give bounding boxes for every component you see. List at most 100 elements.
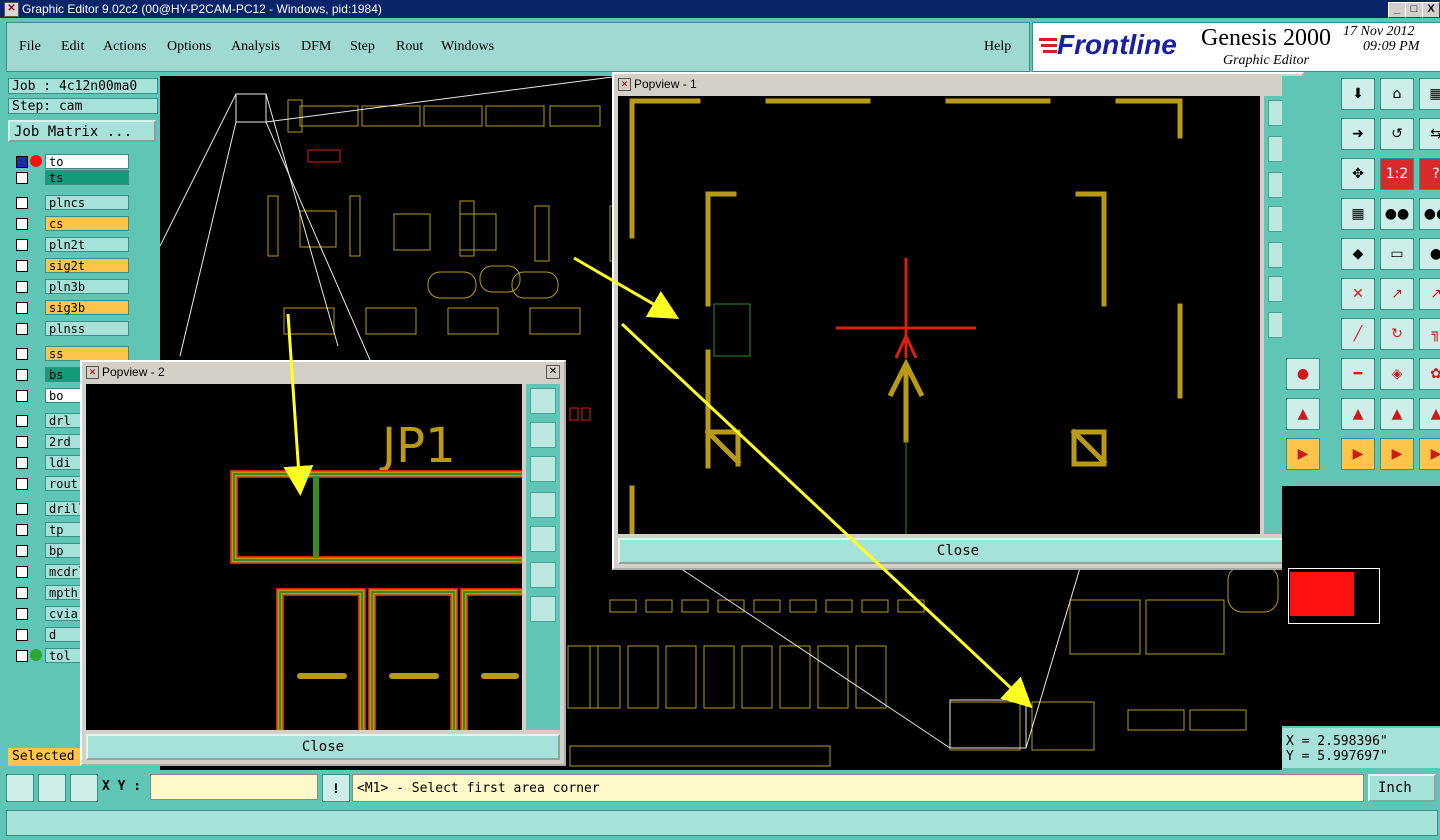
toolbar-29-button[interactable]: ● [1286, 358, 1320, 390]
layer-name[interactable]: pln2t [45, 237, 129, 252]
pan-down-button[interactable] [530, 456, 556, 482]
menu-help[interactable]: Help [984, 39, 1011, 55]
layer-row[interactable]: plnss [12, 321, 152, 337]
toolbar-23-button[interactable]: ↗ [1380, 278, 1414, 310]
layer-name[interactable]: plncs [45, 195, 129, 210]
measure-button[interactable] [38, 774, 66, 802]
toolbar-16-button[interactable]: ●● [1419, 198, 1440, 230]
popview-2-canvas[interactable]: JP1 [86, 384, 522, 730]
popview-2-close-icon[interactable]: ✕ [546, 365, 560, 379]
toolbar-28-button[interactable]: ╗ [1419, 318, 1440, 350]
toolbar-24-button[interactable]: ↗ [1419, 278, 1440, 310]
zoom-in-button[interactable] [530, 562, 556, 588]
layer-checkbox[interactable] [16, 524, 28, 536]
menu-rout[interactable]: Rout [396, 39, 423, 55]
toolbar-37-button[interactable]: ▶ [1286, 438, 1320, 470]
units-selector[interactable]: Inch [1368, 774, 1436, 802]
layer-checkbox[interactable] [16, 629, 28, 641]
menu-file[interactable]: File [19, 39, 41, 55]
close-window-button[interactable]: X [1422, 2, 1440, 18]
menu-actions[interactable]: Actions [103, 39, 147, 55]
layer-checkbox[interactable] [16, 436, 28, 448]
layer-name[interactable]: ss [45, 346, 129, 361]
zoom-area-button[interactable] [6, 774, 34, 802]
layer-checkbox[interactable] [16, 281, 28, 293]
toolbar-12-button[interactable]: ? [1419, 158, 1440, 190]
toolbar-15-button[interactable]: ●● [1380, 198, 1414, 230]
toolbar-35-button[interactable]: ▲ [1380, 398, 1414, 430]
toolbar-26-button[interactable]: ╱ [1341, 318, 1375, 350]
layer-checkbox[interactable] [16, 587, 28, 599]
layer-checkbox[interactable] [16, 156, 28, 168]
menu-analysis[interactable]: Analysis [231, 39, 280, 55]
menu-step[interactable]: Step [350, 39, 375, 55]
layer-row[interactable]: pln2t [12, 237, 152, 253]
layer-checkbox[interactable] [16, 369, 28, 381]
toolbar-4-button[interactable]: ▦ [1419, 78, 1440, 110]
toolbar-11-button[interactable]: 1:2 [1380, 158, 1414, 190]
layer-checkbox[interactable] [16, 503, 28, 515]
toolbar-6-button[interactable]: ➜ [1341, 118, 1375, 150]
zoom-home-button[interactable] [530, 388, 556, 414]
pan-right-button[interactable] [530, 526, 556, 552]
toolbar-30-button[interactable]: ━ [1341, 358, 1375, 390]
layer-checkbox[interactable] [16, 348, 28, 360]
menu-windows[interactable]: Windows [441, 39, 494, 55]
layer-checkbox[interactable] [16, 390, 28, 402]
popview-2-close-button[interactable]: Close [86, 734, 560, 760]
layer-row[interactable]: to [12, 154, 152, 170]
layer-name[interactable]: sig2t [45, 258, 129, 273]
layer-row[interactable]: sig2t [12, 258, 152, 274]
toolbar-19-button[interactable]: ▭ [1380, 238, 1414, 270]
toolbar-33-button[interactable]: ▲ [1286, 398, 1320, 430]
toolbar-14-button[interactable]: ▦ [1341, 198, 1375, 230]
layer-checkbox[interactable] [16, 239, 28, 251]
grid-button[interactable] [70, 774, 98, 802]
zoom-out-button[interactable] [530, 596, 556, 622]
pan-left-button[interactable] [530, 492, 556, 518]
layer-row[interactable]: sig3b [12, 300, 152, 316]
layer-checkbox[interactable] [16, 608, 28, 620]
toolbar-2-button[interactable]: ⬇ [1341, 78, 1375, 110]
layer-checkbox[interactable] [16, 197, 28, 209]
popview-1-canvas[interactable] [618, 96, 1260, 534]
toolbar-31-button[interactable]: ◈ [1380, 358, 1414, 390]
toolbar-3-button[interactable]: ⌂ [1380, 78, 1414, 110]
layer-checkbox[interactable] [16, 415, 28, 427]
layer-checkbox[interactable] [16, 323, 28, 335]
layer-row[interactable]: cs [12, 216, 152, 232]
overview-map[interactable] [1282, 486, 1440, 726]
layer-name[interactable]: ts [45, 170, 129, 185]
toolbar-40-button[interactable]: ▶ [1419, 438, 1440, 470]
layer-checkbox[interactable] [16, 478, 28, 490]
toolbar-20-button[interactable]: ● [1419, 238, 1440, 270]
toolbar-10-button[interactable]: ✥ [1341, 158, 1375, 190]
xy-input[interactable] [150, 774, 318, 800]
layer-name[interactable]: cs [45, 216, 129, 231]
layer-name[interactable]: sig3b [45, 300, 129, 315]
toolbar-39-button[interactable]: ▶ [1380, 438, 1414, 470]
job-matrix-button[interactable]: Job Matrix ... [8, 120, 156, 142]
layer-name[interactable]: plnss [45, 321, 129, 336]
menu-dfm[interactable]: DFM [301, 39, 331, 55]
toolbar-32-button[interactable]: ✿ [1419, 358, 1440, 390]
layer-name[interactable]: to [45, 154, 129, 169]
layer-row[interactable]: plncs [12, 195, 152, 211]
layer-checkbox[interactable] [16, 566, 28, 578]
layer-name[interactable]: pln3b [45, 279, 129, 294]
layer-checkbox[interactable] [16, 260, 28, 272]
layer-checkbox[interactable] [16, 545, 28, 557]
menu-edit[interactable]: Edit [61, 39, 84, 55]
toolbar-34-button[interactable]: ▲ [1341, 398, 1375, 430]
toolbar-38-button[interactable]: ▶ [1341, 438, 1375, 470]
toolbar-8-button[interactable]: ⇆ [1419, 118, 1440, 150]
toolbar-27-button[interactable]: ↻ [1380, 318, 1414, 350]
layer-checkbox[interactable] [16, 172, 28, 184]
toolbar-18-button[interactable]: ◆ [1341, 238, 1375, 270]
layer-checkbox[interactable] [16, 302, 28, 314]
toolbar-36-button[interactable]: ▲ [1419, 398, 1440, 430]
layer-row[interactable]: pln3b [12, 279, 152, 295]
layer-checkbox[interactable] [16, 650, 28, 662]
toolbar-7-button[interactable]: ↺ [1380, 118, 1414, 150]
info-button[interactable]: ! [322, 774, 350, 802]
